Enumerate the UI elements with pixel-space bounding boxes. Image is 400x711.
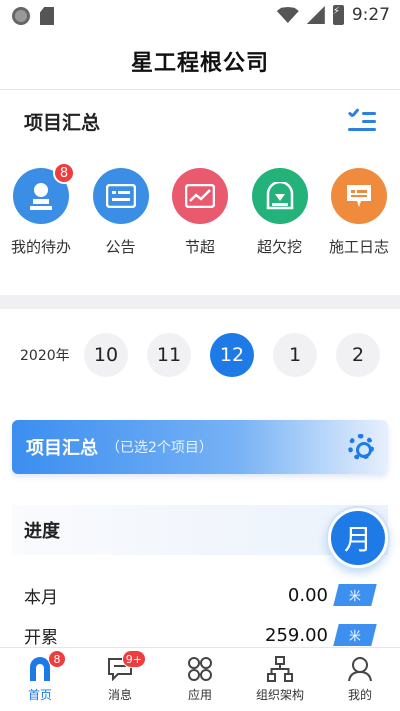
quick-action-label: 施工日志 <box>328 238 389 256</box>
month-chip-selected[interactable]: 12 <box>210 333 254 377</box>
todo-icon: 8 <box>13 162 75 224</box>
unit-label: 米 <box>348 628 361 643</box>
quick-action-label: 公告 <box>105 238 136 256</box>
chart-icon <box>172 168 228 224</box>
stat-row-month: 本月 0.00 米 <box>0 577 400 613</box>
project-summary-title: 项目汇总 <box>26 438 98 459</box>
quick-actions: 8 我的待办 公告 节超 超欠挖 施工日志 <box>0 162 400 268</box>
home-badge: 8 <box>48 650 66 668</box>
bottom-nav: 8 首页 9+ 消息 应用 组织架构 我的 <box>0 647 400 711</box>
gear-icon[interactable] <box>348 434 374 460</box>
checklist-icon[interactable] <box>347 108 376 133</box>
month-chip[interactable]: 2 <box>336 333 380 377</box>
org-chart-icon <box>266 656 294 682</box>
notification-circle-icon <box>12 7 30 25</box>
battery-icon <box>332 5 344 25</box>
month-list: 10 11 12 1 2 <box>84 333 380 377</box>
nav-apps[interactable]: 应用 <box>160 648 240 711</box>
nav-home[interactable]: 8 首页 <box>0 648 80 711</box>
stat-value: 0.00 <box>287 584 328 606</box>
summary-section-title: 项目汇总 <box>24 111 101 134</box>
year-label: 2020年 <box>20 348 70 364</box>
nav-messages[interactable]: 9+ 消息 <box>80 648 160 711</box>
status-left <box>12 7 54 25</box>
quick-action-label: 超欠挖 <box>256 238 302 256</box>
unit-tag: 米 <box>333 584 377 606</box>
status-bar: 9:27 <box>0 0 400 32</box>
unit-label: 米 <box>348 588 361 603</box>
quick-action-excavation[interactable]: 超欠挖 <box>243 168 317 268</box>
section-divider <box>0 295 400 309</box>
stat-value: 259.00 <box>265 624 328 646</box>
home-icon: 8 <box>26 650 66 682</box>
quick-action-announcement[interactable]: 公告 <box>84 168 158 268</box>
stat-label: 开累 <box>24 627 58 648</box>
todo-badge: 8 <box>53 162 75 184</box>
messages-badge: 9+ <box>121 650 146 668</box>
profile-icon <box>346 656 374 682</box>
page-title: 星工程根公司 <box>130 50 269 76</box>
summary-section-header: 项目汇总 <box>0 90 400 152</box>
progress-title: 进度 <box>24 521 60 542</box>
unit-tag: 米 <box>333 624 377 646</box>
sd-card-icon <box>40 7 54 25</box>
stat-label: 本月 <box>24 587 58 608</box>
quick-action-todo[interactable]: 8 我的待办 <box>4 162 78 268</box>
nav-label: 组织架构 <box>255 688 304 702</box>
status-time: 9:27 <box>351 5 390 25</box>
quick-action-savings[interactable]: 节超 <box>163 168 237 268</box>
announcement-icon <box>92 168 149 224</box>
month-chip[interactable]: 10 <box>84 333 128 377</box>
quick-action-label: 节超 <box>184 238 215 256</box>
message-icon: 9+ <box>106 650 146 682</box>
project-summary-text: 项目汇总 （已选2个项目） <box>26 434 213 460</box>
nav-org-chart[interactable]: 组织架构 <box>240 648 320 711</box>
period-month-button[interactable]: 月 <box>328 508 388 568</box>
nav-label: 应用 <box>187 688 212 702</box>
app-header: 星工程根公司 <box>0 32 400 90</box>
signal-icon <box>306 6 325 24</box>
month-picker: 2020年 10 11 12 1 2 <box>0 330 400 380</box>
project-summary-bar[interactable]: 项目汇总 （已选2个项目） <box>12 420 388 474</box>
nav-label: 我的 <box>347 688 372 702</box>
log-icon <box>331 168 387 224</box>
apps-icon <box>186 656 214 682</box>
wifi-icon <box>276 7 299 23</box>
status-right: 9:27 <box>276 5 390 25</box>
nav-label: 首页 <box>27 688 52 702</box>
month-chip[interactable]: 11 <box>147 333 191 377</box>
quick-action-label: 我的待办 <box>10 238 71 256</box>
nav-label: 消息 <box>107 688 132 702</box>
month-chip[interactable]: 1 <box>273 333 317 377</box>
project-summary-subtitle: （已选2个项目） <box>106 440 213 456</box>
nav-profile[interactable]: 我的 <box>320 648 400 711</box>
quick-action-log[interactable]: 施工日志 <box>322 168 396 268</box>
excavation-icon <box>251 168 308 224</box>
